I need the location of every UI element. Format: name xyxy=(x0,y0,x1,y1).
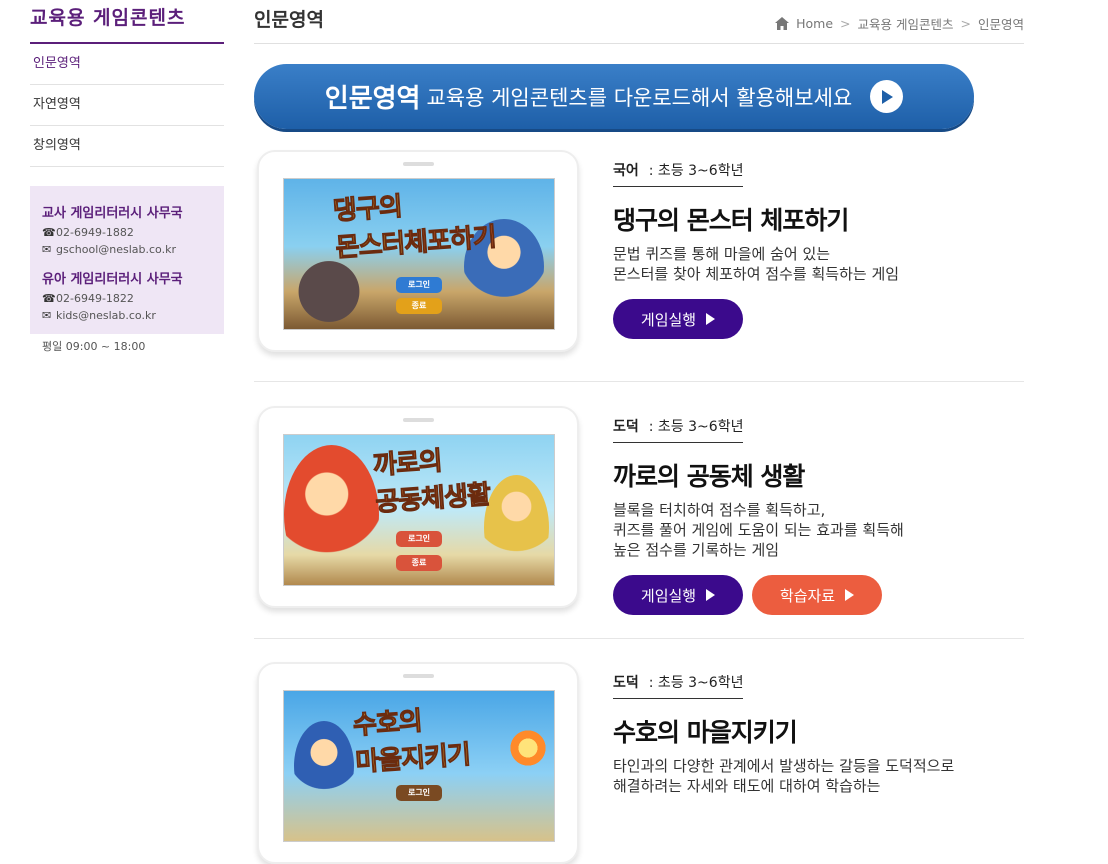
game-item: 까로의 공동체생활 로그인 종료 도덕: 초등 3~6학년 까로의 공동체 생활… xyxy=(254,404,1024,639)
page-title: 인문영역 xyxy=(254,9,324,31)
game-info: 도덕: 초등 3~6학년 수호의 마을지키기 타인과의 다양한 관계에서 발생하… xyxy=(613,672,1013,796)
game-info: 도덕: 초등 3~6학년 까로의 공동체 생활 블록을 터치하여 점수를 획득하… xyxy=(613,416,1013,615)
game-item: 수호의 마을지키기 로그인 도덕: 초등 3~6학년 수호의 마을지키기 타인과… xyxy=(254,660,1024,864)
breadcrumb-home[interactable]: Home xyxy=(796,16,833,31)
office-title-teacher: 교사 게임리터러시 사무국 xyxy=(42,206,183,221)
game-description: 블록을 터치하여 점수를 획득하고, 퀴즈를 풀어 게임에 도움이 되는 효과를… xyxy=(613,501,904,559)
tablet-speaker xyxy=(403,674,434,678)
subject-label: 국어: 초등 3~6학년 xyxy=(613,160,744,187)
tablet-frame: 수호의 마을지키기 로그인 xyxy=(257,662,579,864)
phone-line: ☎ 02-6949-1882 xyxy=(42,224,212,241)
play-arrow-icon xyxy=(706,313,716,325)
game-title: 수호의 마을지키기 xyxy=(613,718,798,747)
mail-icon: ✉ xyxy=(42,243,52,256)
run-game-label: 게임실행 xyxy=(640,586,697,605)
fireball-art xyxy=(509,729,547,767)
sidebar-item-creativity[interactable]: 창의영역 xyxy=(30,126,224,167)
tablet-frame: 댕구의 몬스터체포하기 로그인 종료 xyxy=(257,150,579,352)
phone-icon: ☎ xyxy=(42,292,56,305)
study-material-button[interactable]: 학습자료 xyxy=(752,575,882,615)
run-game-button[interactable]: 게임실행 xyxy=(613,299,743,339)
email-line: ✉ gschool@neslab.co.kr xyxy=(42,241,212,258)
character-art xyxy=(284,445,379,585)
screenshot-title: 까로의 공동체생활 xyxy=(371,446,491,519)
game-description: 문법 퀴즈를 통해 마을에 숨어 있는 몬스터를 찾아 체포하여 점수를 획득하… xyxy=(613,245,900,283)
game-title: 까로의 공동체 생활 xyxy=(613,462,805,491)
download-banner[interactable]: 인문영역 교육용 게임콘텐츠를 다운로드해서 활용해보세요 xyxy=(254,64,974,129)
header-divider xyxy=(254,43,1024,44)
sidebar-title: 교육용 게임콘텐츠 xyxy=(30,0,224,44)
game-info: 국어: 초등 3~6학년 댕구의 몬스터 체포하기 문법 퀴즈를 통해 마을에 … xyxy=(613,160,1013,339)
game-screenshot: 댕구의 몬스터체포하기 로그인 종료 xyxy=(283,178,555,330)
study-material-label: 학습자료 xyxy=(779,586,836,605)
email-line: ✉ kids@neslab.co.kr xyxy=(42,307,212,324)
play-icon[interactable] xyxy=(870,80,904,113)
subject-label: 도덕: 초등 3~6학년 xyxy=(613,416,744,443)
breadcrumb-separator: > xyxy=(960,16,971,31)
banner-text: 교육용 게임콘텐츠를 다운로드해서 활용해보세요 xyxy=(426,85,853,110)
game-item: 댕구의 몬스터체포하기 로그인 종료 국어: 초등 3~6학년 댕구의 몬스터 … xyxy=(254,148,1024,382)
screenshot-login-button: 로그인 xyxy=(396,531,442,547)
game-screenshot: 수호의 마을지키기 로그인 xyxy=(283,690,555,842)
subject-label: 도덕: 초등 3~6학년 xyxy=(613,672,744,699)
character-art xyxy=(484,475,549,580)
breadcrumb-separator: > xyxy=(840,16,851,31)
office-title-kids: 유아 게임리터러시 사무국 xyxy=(42,272,183,287)
screenshot-exit-button: 종료 xyxy=(396,555,442,571)
email-address[interactable]: kids@neslab.co.kr xyxy=(56,307,156,324)
email-address[interactable]: gschool@neslab.co.kr xyxy=(56,241,176,258)
screenshot-login-button: 로그인 xyxy=(396,277,442,293)
screenshot-title: 댕구의 몬스터체포하기 xyxy=(332,191,498,264)
phone-number: 02-6949-1822 xyxy=(56,292,134,305)
screenshot-title: 수호의 마을지키기 xyxy=(351,706,471,779)
breadcrumb-current[interactable]: 인문영역 xyxy=(978,14,1024,33)
character-art xyxy=(294,721,354,811)
breadcrumb-section[interactable]: 교육용 게임콘텐츠 xyxy=(858,14,954,33)
home-icon xyxy=(775,17,790,30)
monster-art xyxy=(289,254,369,329)
play-arrow-icon xyxy=(706,589,716,601)
play-arrow-icon xyxy=(845,589,855,601)
run-game-label: 게임실행 xyxy=(640,310,697,329)
screenshot-exit-button: 종료 xyxy=(396,298,442,314)
phone-icon: ☎ xyxy=(42,226,56,239)
sidebar-item-nature[interactable]: 자연영역 xyxy=(30,85,224,126)
mail-icon: ✉ xyxy=(42,309,52,322)
office-hours: 평일 09:00 ~ 18:00 xyxy=(42,340,146,353)
tablet-speaker xyxy=(403,162,434,166)
screenshot-login-button: 로그인 xyxy=(396,785,442,801)
game-screenshot: 까로의 공동체생활 로그인 종료 xyxy=(283,434,555,586)
tablet-speaker xyxy=(403,418,434,422)
phone-number: 02-6949-1882 xyxy=(56,226,134,239)
game-description: 타인과의 다양한 관계에서 발생하는 갈등을 도덕적으로 해결하려는 자세와 태… xyxy=(613,757,955,795)
sidebar-item-humanities[interactable]: 인문영역 xyxy=(30,44,224,85)
sidebar: 교육용 게임콘텐츠 인문영역 자연영역 창의영역 교사 게임리터러시 사무국 ☎… xyxy=(30,0,224,353)
tablet-frame: 까로의 공동체생활 로그인 종료 xyxy=(257,406,579,608)
game-title: 댕구의 몬스터 체포하기 xyxy=(613,206,849,235)
banner-strong: 인문영역 xyxy=(324,84,421,114)
contact-box: 교사 게임리터러시 사무국 ☎ 02-6949-1882 ✉ gschool@n… xyxy=(30,186,224,353)
run-game-button[interactable]: 게임실행 xyxy=(613,575,743,615)
breadcrumb: Home > 교육용 게임콘텐츠 > 인문영역 xyxy=(775,14,1024,33)
phone-line: ☎ 02-6949-1822 xyxy=(42,290,212,307)
